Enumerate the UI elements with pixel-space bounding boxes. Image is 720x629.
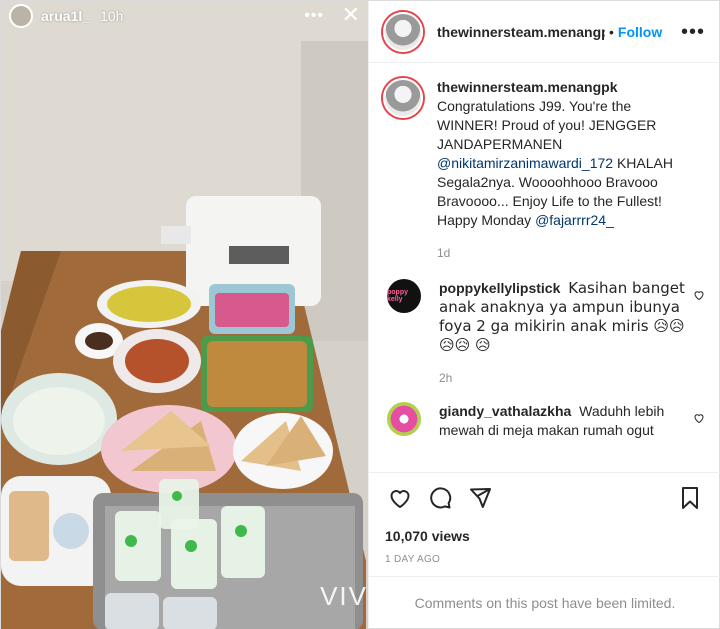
- caption-username[interactable]: thewinnersteam.menangpk: [437, 79, 618, 95]
- heart-icon[interactable]: [385, 483, 415, 513]
- separator-dot: •: [609, 23, 614, 40]
- close-icon[interactable]: ✕: [342, 4, 360, 26]
- like-heart-icon[interactable]: [693, 412, 705, 440]
- comment-username[interactable]: giandy_vathalazkha: [439, 403, 571, 419]
- food-table-photo: [1, 1, 368, 629]
- caption-avatar[interactable]: [383, 78, 423, 118]
- author-avatar[interactable]: [383, 11, 423, 52]
- post-date: 1 DAY AGO: [385, 554, 441, 565]
- story-more-icon[interactable]: •••: [304, 7, 324, 25]
- comment-body: giandy_vathalazkha Waduhh lebih mewah di…: [439, 402, 689, 440]
- caption-time: 1d: [437, 246, 451, 260]
- action-bar: [369, 472, 720, 522]
- comment-username[interactable]: poppykellylipstick: [439, 280, 560, 296]
- comment-time: 2h: [439, 371, 453, 385]
- story-timestamp: 10h: [100, 8, 124, 24]
- comment-icon[interactable]: [425, 483, 455, 513]
- comments-list[interactable]: thewinnersteam.menangpk Congratulations …: [369, 64, 720, 472]
- comment-item: giandy_vathalazkha Waduhh lebih mewah di…: [383, 402, 705, 440]
- camera-watermark: VIV: [320, 581, 368, 611]
- share-icon[interactable]: [465, 483, 495, 513]
- story-photo[interactable]: arua1l_ 10h ••• ✕ VIV: [1, 1, 368, 629]
- story-username[interactable]: arua1l_: [41, 8, 90, 24]
- caption-text-1: Congratulations J99. You're the WINNER! …: [437, 98, 657, 152]
- author-username[interactable]: thewinnersteam.menangp: [437, 24, 605, 40]
- comments-limited-notice: Comments on this post have been limited.: [369, 576, 720, 629]
- views-count[interactable]: 10,070 views: [385, 528, 470, 544]
- post-panel: thewinnersteam.menangp • Follow ••• thew…: [368, 1, 720, 629]
- comment-item: poppy kelly poppykellylipstick Kasihan b…: [383, 279, 705, 388]
- like-heart-icon[interactable]: [693, 289, 705, 388]
- caption: thewinnersteam.menangpk Congratulations …: [383, 78, 705, 263]
- bookmark-icon[interactable]: [675, 483, 705, 513]
- commenter-avatar[interactable]: poppy kelly: [387, 279, 421, 313]
- post-header: thewinnersteam.menangp • Follow •••: [369, 1, 720, 63]
- follow-button[interactable]: Follow: [618, 24, 662, 40]
- caption-mention-2[interactable]: @fajarrrr24_: [535, 212, 614, 228]
- story-avatar[interactable]: [9, 4, 33, 28]
- caption-body: thewinnersteam.menangpk Congratulations …: [437, 78, 687, 263]
- comment-body: poppykellylipstick Kasihan banget anak a…: [439, 279, 689, 388]
- more-options-icon[interactable]: •••: [681, 22, 705, 42]
- commenter-avatar[interactable]: [387, 402, 421, 436]
- instagram-post-modal: arua1l_ 10h ••• ✕ VIV thewinnersteam.men…: [0, 0, 720, 629]
- caption-mention-1[interactable]: @nikitamirzanimawardi_172: [437, 155, 613, 171]
